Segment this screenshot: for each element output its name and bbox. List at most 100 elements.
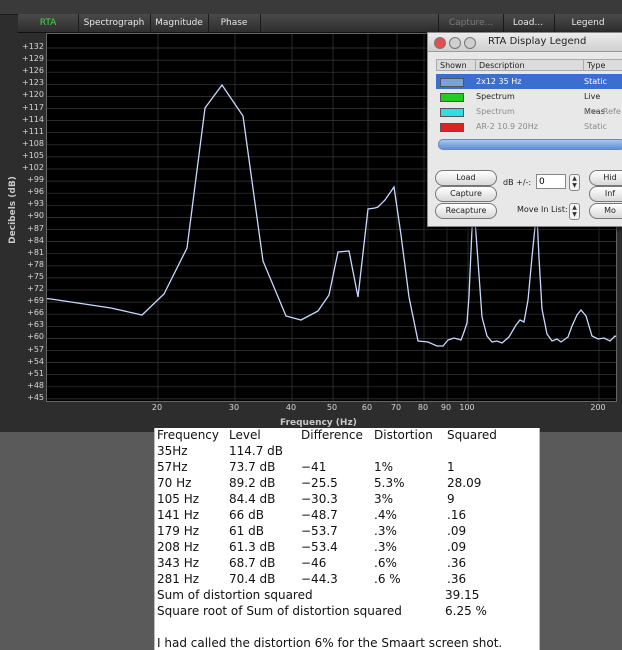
y-tick-label: +132 <box>22 42 44 51</box>
y-tick-label: +117 <box>22 102 44 112</box>
table-cell: −53.4 <box>301 540 338 554</box>
table-cell: .3% <box>374 524 397 538</box>
table-cell: −25.5 <box>301 476 338 490</box>
close-icon[interactable] <box>434 37 446 49</box>
capture-button[interactable]: Capture... <box>438 14 504 32</box>
note-text: I had called the distortion 6% for the S… <box>157 636 503 650</box>
trace-color-swatch[interactable] <box>440 123 464 132</box>
window-title-strip <box>0 0 622 15</box>
trace-color-swatch[interactable] <box>440 78 464 87</box>
table-cell: 28.09 <box>447 476 482 490</box>
table-cell: 281 Hz <box>157 572 200 586</box>
table-cell: 1 <box>447 460 455 474</box>
sqrt-value: 6.25 % <box>445 604 487 618</box>
y-tick-label: +120 <box>22 90 44 100</box>
table-cell: 35Hz <box>157 444 188 458</box>
legend-button[interactable]: Legend <box>554 14 622 32</box>
y-tick-label: +66 <box>27 308 44 318</box>
legend-row[interactable]: Spectrum Live Meas <box>436 89 622 116</box>
y-tick-label: +51 <box>27 368 44 378</box>
table-cell: −53.7 <box>301 524 338 538</box>
legend-info-button[interactable]: Inf <box>589 186 622 202</box>
y-tick-label: +96 <box>27 187 44 197</box>
legend-titlebar[interactable]: RTA Display Legend <box>428 33 622 52</box>
legend-more-button[interactable]: Mo <box>589 203 622 219</box>
table-cell: 68.7 dB <box>229 556 276 570</box>
y-axis-label: Decibels (dB) <box>8 176 18 244</box>
y-tick-label: +99 <box>27 175 44 185</box>
legend-row[interactable]: AR-2 10.9 20Hz Static <box>436 119 622 134</box>
sqrt-label: Square root of Sum of distortion squared <box>157 604 402 618</box>
y-tick-label: +78 <box>27 259 44 269</box>
tab-bar: RTA Spectrograph Magnitude Phase Capture… <box>18 14 622 33</box>
legend-recapture-button[interactable]: Recapture <box>435 203 497 219</box>
tab-phase[interactable]: Phase <box>208 14 261 32</box>
table-cell: 84.4 dB <box>229 492 276 506</box>
legend-row-type: Static <box>584 77 607 86</box>
tab-spectrograph[interactable]: Spectrograph <box>78 14 151 32</box>
table-cell: −41 <box>301 460 327 474</box>
table-cell: 66 dB <box>229 508 264 522</box>
y-tick-label: +63 <box>27 320 44 330</box>
col-header-shown[interactable]: Shown <box>436 59 476 71</box>
table-cell: 73.7 dB <box>229 460 276 474</box>
move-in-list-stepper[interactable]: ▲ ▼ <box>569 203 580 220</box>
legend-scrollbar[interactable] <box>438 139 622 150</box>
table-cell: −30.3 <box>301 492 338 506</box>
table-cell: 208 Hz <box>157 540 200 554</box>
legend-row-description: Spectrum <box>476 107 515 116</box>
y-tick-label: +108 <box>22 138 44 148</box>
table-cell: 57Hz <box>157 460 188 474</box>
table-cell: 3% <box>374 492 394 506</box>
legend-row-description: AR-2 10.9 20Hz <box>476 122 538 131</box>
legend-row[interactable]: 2x12 35 Hz Static <box>436 74 622 89</box>
table-cell: 89.2 dB <box>229 476 276 490</box>
table-cell: 70 Hz <box>157 476 192 490</box>
table-cell: 141 Hz <box>157 508 200 522</box>
legend-capture-button[interactable]: Capture <box>435 186 497 202</box>
table-cell: .4% <box>374 508 397 522</box>
trace-color-swatch[interactable] <box>440 93 464 102</box>
zoom-icon[interactable] <box>464 37 476 49</box>
sum-label: Sum of distortion squared <box>157 588 313 602</box>
y-tick-label: +105 <box>22 150 44 160</box>
y-tick-label: +45 <box>27 392 44 402</box>
x-tick-label: 100 <box>459 403 475 412</box>
table-cell: 5.3% <box>374 476 405 490</box>
x-axis-label: Frequency (Hz) <box>280 418 357 428</box>
table-cell: .3% <box>374 540 397 554</box>
db-offset-field[interactable]: 0 <box>536 174 566 189</box>
load-button[interactable]: Load... <box>502 14 555 32</box>
db-offset-stepper[interactable]: ▲ ▼ <box>569 174 580 191</box>
y-tick-label: +93 <box>27 199 44 209</box>
y-tick-label: +54 <box>27 356 44 366</box>
trace-color-swatch[interactable] <box>440 108 464 117</box>
x-tick-label: 40 <box>285 403 297 412</box>
y-tick-label: +57 <box>27 344 44 354</box>
table-cell: 114.7 dB <box>229 444 284 458</box>
x-tick-label: 50 <box>326 403 338 412</box>
table-cell: 70.4 dB <box>229 572 276 586</box>
move-in-list-label: Move In List: <box>517 205 568 214</box>
tab-magnitude[interactable]: Magnitude <box>150 14 209 32</box>
col-header-type[interactable]: Type <box>583 59 622 71</box>
legend-hide-button[interactable]: Hid <box>589 170 622 186</box>
table-cell: .36 <box>447 556 467 570</box>
y-tick-label: +123 <box>22 78 44 88</box>
y-tick-label: +84 <box>27 235 44 245</box>
minimize-icon[interactable] <box>449 37 461 49</box>
tab-rta[interactable]: RTA <box>18 14 79 32</box>
y-tick-label: +48 <box>27 380 44 390</box>
x-tick-label: 80 <box>417 403 429 412</box>
y-tick-label: +114 <box>22 114 44 124</box>
y-tick-label: +111 <box>22 126 44 136</box>
col-header-description[interactable]: Description <box>475 59 584 71</box>
x-tick-label: 70 <box>390 403 402 412</box>
table-cell: .36 <box>447 572 467 586</box>
table-cell: Frequency <box>157 428 219 442</box>
table-cell: .16 <box>447 508 467 522</box>
y-tick-label: +102 <box>22 163 44 172</box>
x-tick-label: 200 <box>590 403 606 412</box>
legend-row[interactable]: Spectrum Live Refe <box>436 104 622 119</box>
legend-load-button[interactable]: Load <box>435 170 497 186</box>
